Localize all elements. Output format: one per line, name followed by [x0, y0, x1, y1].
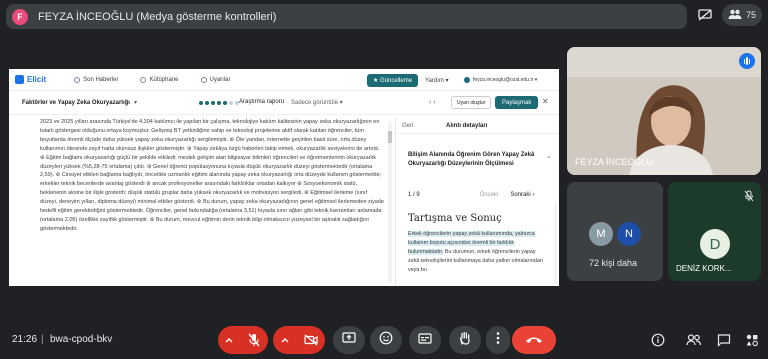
participant-name: DENİZ KORK... [676, 264, 732, 273]
people-icon[interactable] [686, 332, 702, 348]
page-arrows[interactable]: ‹ › [429, 99, 436, 106]
mic-off-button[interactable] [241, 326, 268, 354]
share-button[interactable]: Paylaşmak [495, 96, 539, 109]
citation-panel: Geri Alıntı detayları Bilişim Alanında Ö… [395, 118, 559, 286]
speaking-indicator-icon [739, 53, 755, 69]
present-screen-button[interactable] [333, 326, 365, 354]
brand-logo[interactable]: Elicit [15, 75, 46, 84]
activities-icon[interactable] [744, 332, 760, 348]
chevron-down-icon[interactable]: ⌄ [546, 152, 552, 160]
raise-hand-button[interactable] [449, 326, 481, 354]
top-right-controls: 75 [694, 4, 763, 26]
shared-screen: Elicit Son Haberler Kütüphane Uyarılar ★… [9, 69, 559, 286]
document-scrollbar[interactable] [388, 121, 392, 283]
report-label: Araştırma raporu [239, 99, 285, 105]
emoji-icon [379, 331, 393, 350]
camera-control-group [273, 326, 325, 354]
create-alert-button[interactable]: Uyarı oluştur [451, 96, 492, 109]
people-icon [728, 9, 742, 21]
nav-alerts-label: Uyarılar [209, 76, 231, 83]
participant-count: 75 [746, 10, 757, 20]
upgrade-button[interactable]: ★ Güncelleme [367, 74, 419, 87]
progress-dot [223, 101, 227, 105]
scroll-thumb[interactable] [388, 131, 392, 143]
library-icon [140, 76, 147, 83]
elicit-logo-icon [15, 75, 24, 84]
presenter-title: FEYZA İNCEOĞLU (Medya gösterme kontrolle… [38, 10, 277, 23]
more-options-button[interactable] [486, 326, 510, 354]
progress-dot [205, 101, 209, 105]
user-menu[interactable]: feyza.inceoglu@ozal.edu.tr ▾ [464, 77, 537, 83]
participants-button[interactable]: 75 [722, 4, 763, 26]
user-avatar [464, 77, 470, 83]
panel-tabs: Geri Alıntı detayları [396, 118, 559, 134]
participant-avatar-m: M [589, 222, 613, 246]
view-select[interactable]: Sadece görüntüle ▾ [291, 99, 343, 106]
screen-share-off-icon[interactable] [694, 4, 716, 26]
camera-options-chevron-icon[interactable] [274, 326, 297, 354]
news-icon [74, 76, 81, 83]
participant-name: FEYZA İNCEOĞLU [575, 157, 654, 167]
doc-title-chevron-icon[interactable]: ▾ [134, 99, 137, 106]
nav-library-label: Kütüphane [149, 76, 179, 83]
meeting-clock: 21:26 [12, 334, 38, 345]
more-participants-tile[interactable]: M N 72 kişi daha [567, 182, 663, 281]
help-menu[interactable]: Yardım ▾ [425, 77, 449, 84]
presenter-video-feed [567, 47, 761, 175]
closed-captions-icon [418, 331, 432, 349]
app-nav: Elicit Son Haberler Kütüphane Uyarılar ★… [9, 69, 559, 91]
mic-options-chevron-icon[interactable] [218, 326, 241, 354]
nav-library[interactable]: Kütüphane [140, 76, 179, 83]
meeting-info-icon[interactable] [650, 332, 666, 348]
presenter-avatar: F [12, 8, 28, 25]
meeting-code: bwa-cpod-bkv [50, 334, 113, 345]
citation-excerpt: Erkek öğrencilerin yapay zekâ kullanımın… [408, 230, 546, 275]
nav-news[interactable]: Son Haberler [74, 76, 119, 83]
doc-title[interactable]: Faktörler ve Yapay Zeka Okuryazarlığı [22, 100, 130, 106]
leave-call-button[interactable] [512, 326, 556, 354]
brand-name: Elicit [27, 75, 47, 84]
close-icon[interactable]: ✕ [542, 97, 549, 106]
captions-button[interactable] [409, 326, 441, 354]
participant-tile-deniz[interactable]: D DENİZ KORK... [668, 182, 761, 281]
prev-button[interactable]: Önceki [480, 192, 499, 198]
panel-scrollbar[interactable] [554, 204, 557, 284]
hang-up-icon [525, 331, 543, 349]
progress-dot [217, 101, 221, 105]
back-button[interactable]: Geri [396, 123, 446, 129]
audio-bar [746, 57, 748, 65]
doc-toolbar: Faktörler ve Yapay Zeka Okuryazarlığı ▾ … [9, 91, 559, 115]
mic-off-icon [744, 189, 754, 207]
progress-dot [211, 101, 215, 105]
audio-bar [748, 58, 751, 64]
bell-icon [200, 76, 207, 83]
participant-avatar-n: N [617, 222, 641, 246]
presenter-bar[interactable]: F FEYZA İNCEOĞLU (Medya gösterme kontrol… [6, 4, 687, 29]
present-icon [342, 331, 356, 349]
progress-dot [229, 101, 233, 105]
progress-dots [199, 101, 239, 105]
nav-news-label: Son Haberler [83, 76, 119, 83]
progress-dot [199, 101, 203, 105]
source-title[interactable]: Bilişim Alanında Öğrenim Gören Yapay Zek… [408, 151, 538, 169]
citation-pager: 1 / 9 Önceki Sonraki › [408, 192, 554, 198]
camera-off-button[interactable] [297, 326, 325, 354]
separator: | [41, 334, 44, 345]
user-email: feyza.inceoglu@ozal.edu.tr ▾ [473, 77, 538, 83]
hand-icon [459, 331, 471, 350]
more-vertical-icon [496, 331, 500, 350]
nav-alerts[interactable]: Uyarılar [200, 76, 231, 83]
participant-avatar-d: D [700, 229, 730, 259]
pager-count: 1 / 9 [408, 192, 420, 198]
document-text: 2023 ve 2025 yılları arasında Türkiye'de… [40, 119, 384, 232]
participant-tile-feyza[interactable]: FEYZA İNCEOĞLU [567, 47, 761, 175]
citation-details-tab[interactable]: Alıntı detayları [446, 123, 487, 129]
audio-bar [743, 58, 746, 64]
more-participants-label: 72 kişi daha [589, 258, 638, 268]
section-heading: Tartışma ve Sonuç [408, 213, 502, 224]
reactions-button[interactable] [370, 326, 402, 354]
next-button[interactable]: Sonraki › [510, 192, 534, 198]
chat-icon[interactable] [716, 332, 732, 348]
mic-control-group [218, 326, 268, 354]
